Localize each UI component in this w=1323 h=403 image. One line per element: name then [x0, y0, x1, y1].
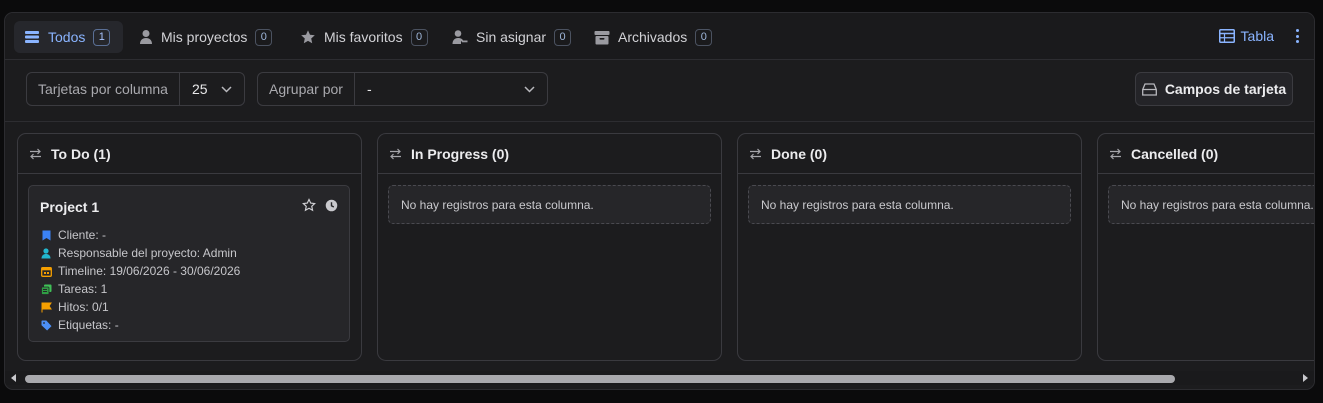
- cards-per-column-value: 25: [191, 81, 208, 97]
- empty-column-message: No hay registros para esta columna.: [748, 185, 1071, 224]
- building-icon: [42, 230, 50, 240]
- column-title: Cancelled (0): [1131, 145, 1219, 162]
- group-by-value: -: [366, 81, 372, 97]
- horizontal-scrollbar[interactable]: [5, 371, 1314, 385]
- cards-per-column-label: Tarjetas por columna: [27, 73, 180, 105]
- column-header[interactable]: Done (0): [738, 134, 1081, 174]
- star-icon[interactable]: [302, 198, 316, 212]
- tab-count-badge: 0: [410, 28, 428, 46]
- list-icon: [25, 31, 39, 43]
- column-title: In Progress (0): [411, 145, 510, 162]
- kanban-column-in-progress: In Progress (0) No hay registros para es…: [377, 133, 722, 361]
- user-minus-icon: [452, 30, 468, 44]
- tab-archivados[interactable]: Archivados 0: [584, 21, 713, 53]
- group-by-label: Agrupar por: [258, 73, 355, 105]
- projects-panel: Todos 1 Mis proyectos 0 Mis favoritos 0 …: [4, 12, 1315, 390]
- tab-count-badge: 0: [695, 28, 713, 46]
- archive-icon: [594, 30, 610, 44]
- project-card[interactable]: Project 1 Cliente: - Responsable del pro…: [28, 185, 350, 342]
- column-title: Done (0): [771, 145, 827, 162]
- card-row-cliente: Cliente: -: [40, 226, 240, 244]
- tag-icon: [41, 320, 51, 330]
- tab-mis-proyectos[interactable]: Mis proyectos 0: [129, 21, 273, 53]
- tab-mis-favoritos[interactable]: Mis favoritos 0: [290, 21, 428, 53]
- card-row-tareas: Tareas: 1: [40, 280, 240, 298]
- kanban-board: To Do (1) Project 1 Cliente: - Responsab…: [5, 123, 1314, 371]
- column-header[interactable]: Cancelled (0): [1098, 134, 1314, 174]
- project-card-details: Cliente: - Responsable del proyecto: Adm…: [40, 226, 240, 334]
- filter-bar: Tarjetas por columna 25 Agrupar por - Ca…: [5, 60, 1314, 122]
- drag-arrows-icon[interactable]: [29, 148, 42, 160]
- cards-per-column-select[interactable]: Tarjetas por columna 25: [26, 72, 245, 106]
- star-icon: [301, 30, 315, 44]
- flag-icon: [41, 302, 52, 312]
- card-fields-button[interactable]: Campos de tarjeta: [1135, 72, 1293, 106]
- kanban-column-cancelled: Cancelled (0) No hay registros para esta…: [1097, 133, 1314, 361]
- group-by-select[interactable]: Agrupar por -: [257, 72, 548, 106]
- card-row-etiquetas: Etiquetas: -: [40, 316, 240, 334]
- drag-arrows-icon[interactable]: [389, 148, 402, 160]
- clock-icon[interactable]: [325, 199, 338, 212]
- user-icon: [140, 30, 152, 44]
- column-header[interactable]: To Do (1): [18, 134, 361, 174]
- scroll-right-arrow[interactable]: [1303, 374, 1308, 382]
- project-card-title[interactable]: Project 1: [40, 199, 99, 215]
- user-icon: [41, 247, 51, 258]
- scroll-left-arrow[interactable]: [11, 374, 16, 382]
- table-icon: [1218, 29, 1235, 43]
- card-row-timeline: Timeline: 19/06/2026 - 30/06/2026: [40, 262, 240, 280]
- card-fields-label: Campos de tarjeta: [1164, 81, 1287, 97]
- scrollbar-thumb[interactable]: [25, 375, 1175, 383]
- card-row-responsable: Responsable del proyecto: Admin: [40, 244, 240, 262]
- tab-bar: Todos 1 Mis proyectos 0 Mis favoritos 0 …: [5, 13, 1314, 60]
- inbox-icon: [1141, 82, 1157, 96]
- tab-count-badge: 0: [554, 28, 572, 46]
- tab-label: Mis favoritos: [324, 29, 403, 45]
- more-options-icon[interactable]: [1293, 27, 1301, 45]
- tab-label: Mis proyectos: [161, 29, 248, 45]
- empty-column-message: No hay registros para esta columna.: [1108, 185, 1314, 224]
- view-switch-button[interactable]: Tabla: [1218, 28, 1274, 44]
- tab-todos[interactable]: Todos 1: [14, 21, 123, 53]
- tab-count-badge: 0: [255, 28, 273, 46]
- chevron-down-icon: [524, 85, 535, 93]
- view-switch-label: Tabla: [1240, 28, 1274, 44]
- drag-arrows-icon[interactable]: [749, 148, 762, 160]
- drag-arrows-icon[interactable]: [1109, 148, 1122, 160]
- column-title: To Do (1): [51, 145, 111, 162]
- kanban-column-done: Done (0) No hay registros para esta colu…: [737, 133, 1082, 361]
- kanban-column-todo: To Do (1) Project 1 Cliente: - Responsab…: [17, 133, 362, 361]
- column-header[interactable]: In Progress (0): [378, 134, 721, 174]
- tab-sin-asignar[interactable]: Sin asignar 0: [442, 21, 572, 53]
- empty-column-message: No hay registros para esta columna.: [388, 185, 711, 224]
- tasks-icon: [40, 284, 51, 295]
- card-row-hitos: Hitos: 0/1: [40, 298, 240, 316]
- tab-label: Archivados: [618, 29, 688, 45]
- chevron-down-icon: [221, 85, 232, 93]
- calendar-icon: [40, 266, 52, 277]
- tab-label: Todos: [48, 29, 86, 45]
- tab-count-badge: 1: [93, 28, 111, 46]
- tab-label: Sin asignar: [476, 29, 547, 45]
